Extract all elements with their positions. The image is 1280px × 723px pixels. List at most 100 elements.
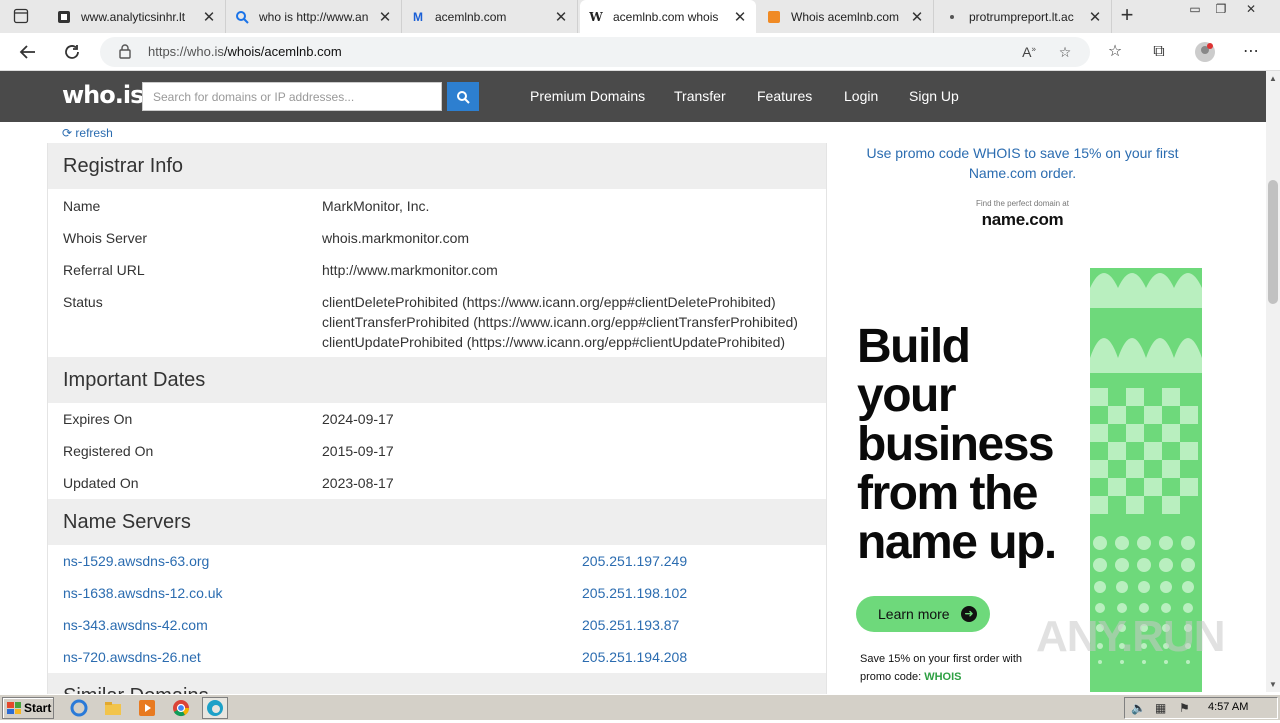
nameserver-link[interactable]: ns-343.awsdns-42.com bbox=[63, 617, 208, 633]
ad-headline: Build your business from the name up. bbox=[857, 320, 1057, 569]
whois-icon: W bbox=[589, 9, 603, 24]
lock-icon[interactable] bbox=[119, 44, 131, 64]
system-tray: 🔈 ▦ ⚑ bbox=[1124, 697, 1278, 719]
reload-icon[interactable] bbox=[60, 40, 84, 64]
start-label: Start bbox=[24, 701, 52, 715]
anyrun-watermark: ANY.RUN bbox=[1036, 612, 1226, 661]
important-dates-heading: Important Dates bbox=[48, 357, 826, 403]
ad-promo-code: WHOIS bbox=[924, 671, 962, 683]
close-icon[interactable]: ✕ bbox=[201, 8, 217, 26]
status-value: clientUpdateProhibited (https://www.ican… bbox=[322, 334, 786, 350]
refresh-link[interactable]: ⟳ refresh bbox=[62, 126, 113, 140]
nav-sign-up[interactable]: Sign Up bbox=[909, 88, 959, 104]
taskbar-clock[interactable]: 4:57 AM bbox=[1208, 701, 1248, 713]
close-icon[interactable]: ✕ bbox=[1087, 8, 1103, 26]
ad-tagline: Find the perfect domain at bbox=[976, 199, 1069, 208]
nameserver-ip-link[interactable]: 205.251.193.87 bbox=[582, 617, 679, 633]
whois-logo[interactable]: who.is bbox=[62, 81, 144, 109]
page-scrollbar[interactable] bbox=[1266, 71, 1280, 692]
address-bar[interactable]: https://who.is/whois/acemlnb.com A» ☆ bbox=[100, 37, 1090, 67]
search-icon bbox=[234, 9, 250, 25]
nav-premium-domains[interactable]: Premium Domains bbox=[530, 88, 645, 104]
browser-toolbar: https://who.is/whois/acemlnb.com A» ☆ ☆ … bbox=[0, 33, 1280, 71]
browser-tab[interactable]: M acemlnb.com ✕ bbox=[402, 0, 578, 33]
domain-search-input[interactable]: Search for domains or IP addresses... bbox=[142, 82, 442, 111]
search-button[interactable] bbox=[447, 82, 479, 111]
refresh-label: refresh bbox=[75, 126, 113, 140]
row-label: Status bbox=[63, 294, 103, 310]
tab-title: Whois acemlnb.com bbox=[791, 9, 900, 24]
scroll-down-icon[interactable]: ▼ bbox=[1268, 680, 1278, 689]
close-window-icon[interactable]: ✕ bbox=[1240, 2, 1262, 18]
new-tab-icon[interactable]: + bbox=[1116, 4, 1138, 28]
row-label: Whois Server bbox=[63, 230, 148, 246]
nameserver-link[interactable]: ns-1638.awsdns-12.co.uk bbox=[63, 585, 223, 601]
namecom-logo[interactable]: name.com bbox=[850, 210, 1195, 230]
scroll-up-icon[interactable]: ▲ bbox=[1268, 74, 1278, 83]
tab-title: who is http://www.an bbox=[259, 9, 369, 24]
tab-title: acemlnb.com bbox=[435, 9, 507, 24]
tab-title: www.analyticsinhr.lt bbox=[81, 9, 186, 24]
edge-icon bbox=[207, 700, 223, 716]
nav-features[interactable]: Features bbox=[757, 88, 812, 104]
row-label: Updated On bbox=[63, 475, 139, 491]
browser-tab-active[interactable]: W acemlnb.com whois ✕ bbox=[580, 0, 756, 33]
learn-more-button[interactable]: Learn more ➜ bbox=[856, 596, 990, 632]
close-icon[interactable]: ✕ bbox=[377, 8, 393, 26]
nameserver-ip-link[interactable]: 205.251.194.208 bbox=[582, 649, 687, 665]
nameserver-link[interactable]: ns-720.awsdns-26.net bbox=[63, 649, 201, 665]
browser-tab[interactable]: who is http://www.an ✕ bbox=[226, 0, 402, 33]
nameserver-ip-link[interactable]: 205.251.198.102 bbox=[582, 585, 687, 601]
row-label: Name bbox=[63, 198, 101, 214]
name-servers-heading: Name Servers bbox=[48, 499, 826, 545]
read-aloud-icon[interactable]: A» bbox=[1020, 44, 1038, 62]
close-icon[interactable]: ✕ bbox=[553, 8, 569, 26]
start-button[interactable]: Start bbox=[2, 697, 54, 719]
minimize-icon[interactable]: ▭ bbox=[1184, 2, 1206, 18]
row-value: http://www.markmonitor.com bbox=[322, 262, 498, 278]
profile-avatar[interactable] bbox=[1194, 41, 1216, 63]
more-menu-icon[interactable]: ⋯ bbox=[1240, 41, 1262, 63]
tab-actions-icon[interactable] bbox=[10, 6, 36, 26]
browser-tab[interactable]: protrumpreport.lt.ac ✕ bbox=[936, 0, 1112, 33]
network-icon[interactable]: ▦ bbox=[1155, 701, 1166, 715]
row-value: MarkMonitor, Inc. bbox=[322, 198, 430, 214]
media-player-icon[interactable] bbox=[138, 699, 156, 717]
row-value: 2024-09-17 bbox=[322, 411, 394, 427]
promo-code-link[interactable]: Use promo code WHOIS to save 15% on your… bbox=[850, 143, 1195, 183]
close-icon[interactable]: ✕ bbox=[909, 8, 925, 26]
row-label: Registered On bbox=[63, 443, 154, 459]
registrar-info-heading: Registrar Info bbox=[48, 143, 826, 189]
arrow-right-icon: ➜ bbox=[961, 606, 977, 622]
volume-icon[interactable]: 🔈 bbox=[1131, 701, 1146, 715]
url-text: https://who.is/whois/acemlnb.com bbox=[148, 44, 342, 59]
collections-icon[interactable]: ⧉ bbox=[1148, 41, 1170, 63]
page-icon bbox=[56, 9, 72, 25]
row-value: 2015-09-17 bbox=[322, 443, 394, 459]
search-icon bbox=[457, 90, 470, 104]
nameserver-ip-link[interactable]: 205.251.197.249 bbox=[582, 553, 687, 569]
back-icon[interactable] bbox=[16, 40, 40, 64]
chrome-icon[interactable] bbox=[172, 699, 190, 717]
nameserver-link[interactable]: ns-1529.awsdns-63.org bbox=[63, 553, 209, 569]
nav-transfer[interactable]: Transfer bbox=[674, 88, 726, 104]
close-icon[interactable]: ✕ bbox=[732, 8, 748, 26]
status-value: clientTransferProhibited (https://www.ic… bbox=[322, 314, 798, 330]
add-favorite-icon[interactable]: ☆ bbox=[1056, 44, 1074, 62]
ad-footnote-text: promo code: bbox=[860, 671, 925, 683]
ad-footnote-text: Save 15% on your first order with bbox=[860, 653, 1023, 665]
restore-icon[interactable]: ❐ bbox=[1210, 2, 1232, 18]
learn-more-label: Learn more bbox=[878, 606, 950, 622]
folder-icon[interactable] bbox=[104, 699, 122, 717]
nav-login[interactable]: Login bbox=[844, 88, 878, 104]
whois-results-panel: Registrar Info Name MarkMonitor, Inc. Wh… bbox=[47, 143, 827, 703]
browser-tab[interactable]: www.analyticsinhr.lt ✕ bbox=[48, 0, 226, 33]
action-center-icon[interactable]: ⚑ bbox=[1179, 701, 1190, 715]
ie-icon[interactable] bbox=[70, 699, 88, 717]
favorites-icon[interactable]: ☆ bbox=[1104, 41, 1126, 63]
browser-tab[interactable]: Whois acemlnb.com ✕ bbox=[758, 0, 934, 33]
page-icon bbox=[944, 9, 960, 25]
scrollbar-thumb[interactable] bbox=[1268, 180, 1278, 304]
edge-taskbar-button[interactable] bbox=[202, 697, 228, 719]
promo-text: Name.com order. bbox=[968, 165, 1077, 181]
